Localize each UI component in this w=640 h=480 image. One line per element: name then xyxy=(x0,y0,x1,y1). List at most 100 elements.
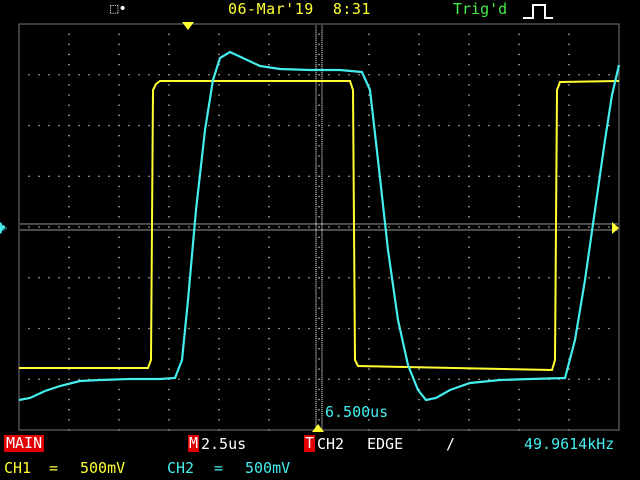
grid-dot xyxy=(270,223,272,225)
grid-dot xyxy=(315,122,317,125)
grid-dot xyxy=(168,175,170,178)
grid-dot xyxy=(268,114,270,117)
grid-dot xyxy=(315,236,317,238)
grid-dot xyxy=(378,124,380,127)
grid-dot xyxy=(518,63,520,66)
grid-dot xyxy=(358,327,360,330)
grid-dot xyxy=(315,224,317,226)
grid-dot xyxy=(315,124,317,127)
grid-dot xyxy=(266,229,268,231)
grid-dot xyxy=(315,295,317,297)
grid-dot xyxy=(315,254,317,257)
grid-dot xyxy=(408,378,410,381)
grid-dot xyxy=(188,223,190,225)
grid-dot xyxy=(108,327,110,330)
grid-dot xyxy=(518,337,520,340)
grid-dot xyxy=(438,124,440,127)
grid-dot xyxy=(202,223,204,225)
grid-dot xyxy=(268,165,270,167)
grid-dot xyxy=(562,229,564,231)
grid-dot xyxy=(478,223,480,225)
grid-dot xyxy=(448,73,450,76)
grid-dot xyxy=(264,223,266,225)
grid-dot xyxy=(616,223,618,225)
grid-dot xyxy=(252,229,254,231)
grid-dot xyxy=(188,229,190,231)
grid-dot xyxy=(162,229,164,231)
grid-dot xyxy=(368,287,370,289)
grid-dot xyxy=(200,223,202,225)
grid-dot xyxy=(68,307,70,310)
grid-dot xyxy=(418,216,420,218)
grid-dot xyxy=(315,157,317,159)
grid-dot xyxy=(321,254,323,257)
grid-dot xyxy=(48,223,50,225)
grid-dot xyxy=(168,307,170,310)
grid-dot xyxy=(38,124,40,127)
grid-dot xyxy=(318,216,320,218)
grid-dot xyxy=(321,171,323,173)
grid-dot xyxy=(321,270,323,273)
grid-dot xyxy=(321,279,323,281)
grid-dot xyxy=(68,246,70,249)
grid-dot xyxy=(408,327,410,330)
grid-dot xyxy=(208,378,210,381)
grid-dot xyxy=(250,223,252,225)
grid-dot xyxy=(290,229,292,231)
grid-dot xyxy=(315,45,317,48)
grid-dot xyxy=(68,256,70,259)
grid-dot xyxy=(418,226,420,228)
grid-dot xyxy=(518,287,520,289)
grid-dot xyxy=(315,289,317,291)
grid-dot xyxy=(118,195,120,198)
grid-dot xyxy=(568,246,570,249)
grid-dot xyxy=(468,205,470,208)
grid-dot xyxy=(368,388,370,391)
grid-dot xyxy=(321,74,323,76)
grid-dot xyxy=(206,229,208,231)
grid-dot xyxy=(114,223,116,225)
grid-dot xyxy=(298,175,300,178)
grid-dot xyxy=(368,327,370,330)
grid-dot xyxy=(420,229,422,231)
grid-dot xyxy=(321,195,323,198)
grid-dot xyxy=(428,124,430,127)
grid-dot xyxy=(310,223,312,225)
grid-dot xyxy=(321,84,323,86)
grid-dot xyxy=(321,327,323,330)
grid-dot xyxy=(594,229,596,231)
grid-dot xyxy=(324,229,326,231)
grid-dot xyxy=(278,276,280,279)
grid-dot xyxy=(321,309,323,311)
grid-dot xyxy=(28,229,30,231)
grid-dot xyxy=(320,223,322,225)
grid-dot xyxy=(566,229,568,231)
grid-dot xyxy=(218,246,220,249)
grid-dot xyxy=(48,327,50,330)
grid-dot xyxy=(370,229,372,231)
grid-dot xyxy=(418,266,420,269)
grid-dot xyxy=(321,396,323,399)
grid-dot xyxy=(416,223,418,225)
grid-dot xyxy=(558,73,560,76)
grid-dot xyxy=(321,307,323,309)
grid-dot xyxy=(118,429,120,431)
grid-dot xyxy=(321,368,323,370)
grid-dot xyxy=(568,378,570,381)
grid-dot xyxy=(368,307,370,310)
menu-label[interactable]: MAIN xyxy=(4,435,45,452)
grid-dot xyxy=(62,223,64,225)
grid-dot xyxy=(324,223,326,225)
grid-dot xyxy=(68,276,70,279)
grid-dot xyxy=(518,229,520,231)
grid-dot xyxy=(315,386,317,389)
grid-dot xyxy=(458,229,460,231)
grid-dot xyxy=(448,276,450,279)
grid-dot xyxy=(144,229,146,231)
grid-dot xyxy=(68,94,70,96)
grid-dot xyxy=(548,276,550,279)
waveform-display: 2 xyxy=(0,22,621,432)
grid-dot xyxy=(318,327,320,330)
grid-dot xyxy=(318,43,320,46)
grid-dot xyxy=(254,229,256,231)
